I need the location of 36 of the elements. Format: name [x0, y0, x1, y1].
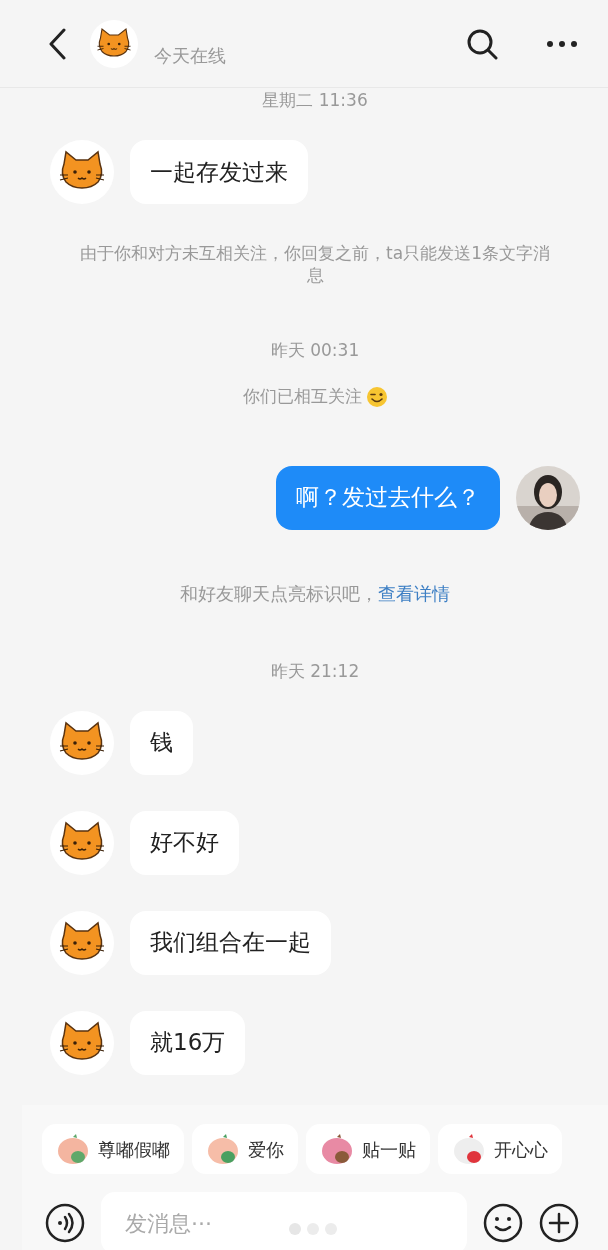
cat-avatar[interactable] [50, 910, 114, 975]
cat-avatar[interactable] [90, 19, 138, 68]
more-icon[interactable] [546, 39, 578, 48]
voice-icon[interactable] [45, 1203, 85, 1243]
timestamp: 星期二 11:36 [261, 90, 369, 110]
cat-avatar[interactable] [50, 140, 114, 204]
online-status: 今天在线 [154, 44, 226, 68]
page-dots-icon [288, 1222, 338, 1236]
system-notice: 由于你和对方未互相关注，你回复之前，ta只能发送1条文字消息 [80, 242, 550, 286]
cat-avatar[interactable] [50, 1010, 114, 1075]
wink-emoji-icon [365, 385, 388, 408]
message-bubble[interactable]: 我们组合在一起 [130, 910, 331, 975]
hint-text: 和好友聊天点亮标识吧，查看详情 [180, 581, 450, 606]
sticker-suggestion[interactable]: 爱你 [192, 1124, 298, 1174]
sticker-icon [320, 1133, 354, 1165]
sticker-icon [56, 1133, 90, 1165]
timestamp: 昨天 21:12 [269, 660, 361, 681]
sticker-suggestion[interactable]: 尊嘟假嘟 [42, 1124, 184, 1174]
message-bubble[interactable]: 一起存发过来 [130, 140, 308, 204]
system-notice: 你们已相互关注 [242, 385, 362, 408]
details-link[interactable]: 查看详情 [378, 582, 450, 604]
sticker-suggestion[interactable]: 开心心 [438, 1124, 562, 1174]
cat-avatar[interactable] [50, 810, 114, 875]
message-bubble[interactable]: 就16万 [130, 1010, 246, 1075]
message-bubble[interactable]: 好不好 [130, 810, 239, 875]
timestamp: 昨天 00:31 [269, 340, 361, 360]
back-icon[interactable] [48, 27, 66, 60]
emoji-icon[interactable] [483, 1203, 523, 1243]
add-icon[interactable] [539, 1203, 579, 1243]
search-icon[interactable] [466, 27, 498, 60]
sticker-icon [206, 1133, 240, 1165]
sticker-icon [452, 1133, 486, 1165]
message-bubble[interactable]: 钱 [130, 710, 193, 775]
message-input[interactable]: 发消息··· [101, 1192, 467, 1250]
cat-avatar[interactable] [50, 710, 114, 775]
sticker-suggestion[interactable]: 贴一贴 [306, 1124, 430, 1174]
